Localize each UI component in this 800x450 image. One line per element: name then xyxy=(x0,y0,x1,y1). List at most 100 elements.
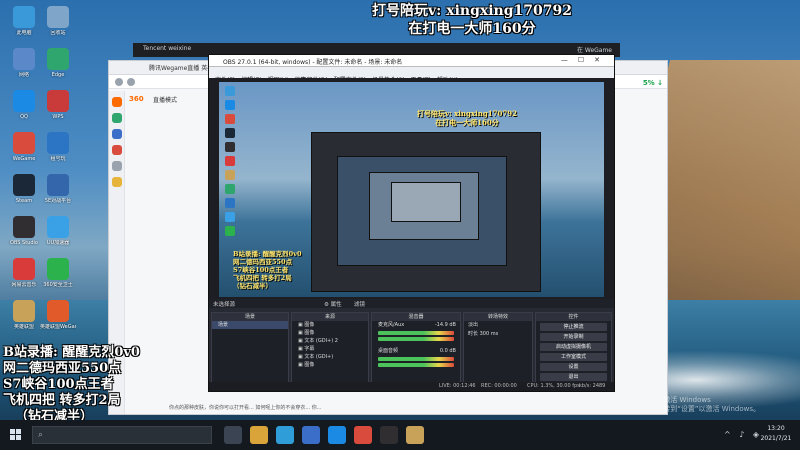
desktop-icon[interactable]: 租号玩 xyxy=(40,132,76,163)
volume-meter[interactable] xyxy=(378,357,454,361)
window-controls[interactable]: —☐✕ xyxy=(561,56,610,64)
preview-canvas: 打号陪玩v: xingxing170792 在打电一大师160分 B站录播: 醒… xyxy=(219,82,604,297)
taskbar-app-store[interactable] xyxy=(302,426,320,444)
desktop-icon[interactable]: 5E对战平台 xyxy=(40,174,76,205)
scenes-dock: 场景 场景 xyxy=(211,312,289,388)
desktop-icon[interactable]: WeGame xyxy=(6,132,42,163)
desktop-icon[interactable]: 网络 xyxy=(6,48,42,79)
windows-activation-watermark: 激活 Windows 转到“设置”以激活 Windows。 xyxy=(663,396,760,414)
desktop-icon-label: WPS xyxy=(52,114,64,120)
desktop-icon[interactable]: QQ xyxy=(6,90,42,121)
start-button[interactable] xyxy=(10,429,22,441)
sidebar-app-icon[interactable] xyxy=(111,129,122,139)
overlay-line: B站录播: 醒醒克烈0v0 xyxy=(3,345,140,360)
preview-overlay-line: S7峡谷100点王者 xyxy=(233,266,289,274)
taskbar-app-wegame[interactable] xyxy=(354,426,372,444)
sidebar-app-icon[interactable] xyxy=(111,97,122,107)
system-tray[interactable]: ^ ♪ ◈ xyxy=(724,430,762,439)
desktop-icon[interactable]: Steam xyxy=(6,174,42,205)
app-icon xyxy=(13,132,35,154)
transition-duration[interactable]: 时长 300 ms xyxy=(464,330,532,339)
back-icon[interactable] xyxy=(115,78,123,86)
source-item[interactable]: ▣ 字幕 xyxy=(292,345,368,353)
taskbar-app-lol[interactable] xyxy=(406,426,424,444)
app-icon xyxy=(13,258,35,280)
desktop-icon[interactable]: 英雄联盟WeGame xyxy=(40,300,76,331)
preview-overlay-left: B站录播: 醒醒克烈0v0 网二德玛西亚550点 S7峡谷100点王者 飞机四把… xyxy=(233,250,353,290)
desktop-icon[interactable]: 回收站 xyxy=(40,6,76,37)
overlay-line: 在打电一大师160分 xyxy=(408,21,536,37)
filters-button[interactable]: 滤镜 xyxy=(354,300,365,308)
channel-db: -14.9 dB xyxy=(434,322,456,328)
desktop-icon[interactable]: OBS Studio xyxy=(6,216,42,247)
taskbar-app-obs[interactable] xyxy=(380,426,398,444)
clock-date: 2021/7/21 xyxy=(760,435,792,442)
preview-overlay-line: （钻石减半） xyxy=(233,282,272,290)
properties-button[interactable]: ⚙ 属性 xyxy=(324,300,342,308)
taskbar-app-edge[interactable] xyxy=(276,426,294,444)
duration-label: 时长 xyxy=(468,331,479,337)
scenes-header: 场景 xyxy=(212,313,288,321)
stream-overlay-left: B站录播: 醒醒克烈0v0 网二德玛西亚550点 S7峡谷100点王者 飞机四把… xyxy=(3,345,193,425)
clock-time: 13:20 xyxy=(767,425,785,432)
obs-window[interactable]: OBS 27.0.1 (64-bit, windows) - 配置文件: 未命名… xyxy=(208,54,615,392)
volume-meter[interactable] xyxy=(378,331,454,335)
search-icon: ⌕ xyxy=(38,430,44,440)
overlay-line: 网二德玛西亚550点 xyxy=(3,361,122,376)
desktop-icon[interactable]: 360安全卫士 xyxy=(40,258,76,289)
taskbar-clock[interactable]: 13:20 2021/7/21 xyxy=(758,424,794,444)
preview-overlay-line: 网二德玛西亚550点 xyxy=(233,258,293,266)
desktop-icon[interactable]: Edge xyxy=(40,48,76,79)
control-button[interactable]: 工作室模式 xyxy=(540,353,607,361)
desktop-icon-label: 英雄联盟WeGame xyxy=(40,324,76,330)
sidebar-app-icon[interactable] xyxy=(111,177,122,187)
sidebar-app-icon[interactable] xyxy=(111,161,122,171)
source-item[interactable]: ▣ 文本 (GDI+) xyxy=(292,353,368,361)
watermark-line: 转到“设置”以激活 Windows。 xyxy=(663,405,760,413)
live-time: LIVE: 00:12:46 xyxy=(439,383,476,389)
sidebar-app-icon[interactable] xyxy=(111,113,122,123)
taskbar-app-task-view[interactable] xyxy=(224,426,242,444)
preview-overlay-line: 飞机四把 转多打2局 xyxy=(233,274,292,282)
desktop-icon-label: 网络 xyxy=(18,72,29,78)
obs-titlebar[interactable]: OBS 27.0.1 (64-bit, windows) - 配置文件: 未命名… xyxy=(209,55,614,67)
control-button[interactable]: 开始录制 xyxy=(540,333,607,341)
mixer-dock: 混音器 麦克风/Aux -14.9 dB 桌面音频 0.0 dB xyxy=(371,312,461,388)
desktop-icon[interactable]: 英雄联盟 xyxy=(6,300,42,331)
volume-meter[interactable] xyxy=(378,337,454,341)
duration-value[interactable]: 300 ms xyxy=(480,331,499,337)
control-button[interactable]: 退出 xyxy=(540,373,607,381)
app-icon xyxy=(47,258,69,280)
transitions-header: 转场特效 xyxy=(464,313,532,321)
taskbar-app-file-explorer[interactable] xyxy=(250,426,268,444)
forward-icon[interactable] xyxy=(127,78,135,86)
transition-select[interactable]: 淡出 xyxy=(464,321,532,330)
desktop-icon[interactable]: UU加速器 xyxy=(40,216,76,247)
cpu-fps: CPU: 1.3%, 30.00 fps xyxy=(527,383,580,389)
control-button[interactable]: 停止推流 xyxy=(540,323,607,331)
desktop-icon[interactable]: 网易云音乐 xyxy=(6,258,42,289)
controls-dock: 控件 停止推流 开始录制 启动虚拟摄像机 工作室模式 设置 退出 xyxy=(535,312,612,388)
scene-item[interactable]: 场景 xyxy=(212,321,288,329)
control-button[interactable]: 启动虚拟摄像机 xyxy=(540,343,607,351)
obs-preview[interactable]: 打号陪玩v: xingxing170792 在打电一大师160分 B站录播: 醒… xyxy=(209,78,614,299)
source-item[interactable]: ▣ 文本 (GDI+) 2 xyxy=(292,337,368,345)
desktop-icon-label: Edge xyxy=(51,72,65,78)
source-toolbar: 未选择源 ⚙ 属性 滤镜 xyxy=(209,299,614,308)
desktop-icon[interactable]: 此电脑 xyxy=(6,6,42,37)
desktop-icon-label: 网易云音乐 xyxy=(11,282,37,288)
source-item[interactable]: ▣ 图像 xyxy=(292,361,368,369)
obs-menubar: 文件(F)编辑(E)视图(V)停靠部件(D)配置文件(P)场景集合(S)工具(T… xyxy=(209,67,614,84)
control-button[interactable]: 设置 xyxy=(540,363,607,371)
taskbar-app-qq[interactable] xyxy=(328,426,346,444)
preview-nested-obs-4 xyxy=(391,182,461,222)
sidebar-app-icon[interactable] xyxy=(111,145,122,155)
source-item[interactable]: ▣ 图像 xyxy=(292,329,368,337)
source-item[interactable]: ▣ 图像 xyxy=(292,321,368,329)
taskbar-search[interactable]: ⌕ xyxy=(32,426,212,444)
app-icon xyxy=(47,6,69,28)
overlay-line: 飞机四把 转多打2局 xyxy=(3,393,121,408)
desktop-icon[interactable]: WPS xyxy=(40,90,76,121)
browser-logo: 360 xyxy=(129,95,144,103)
volume-meter[interactable] xyxy=(378,363,454,367)
